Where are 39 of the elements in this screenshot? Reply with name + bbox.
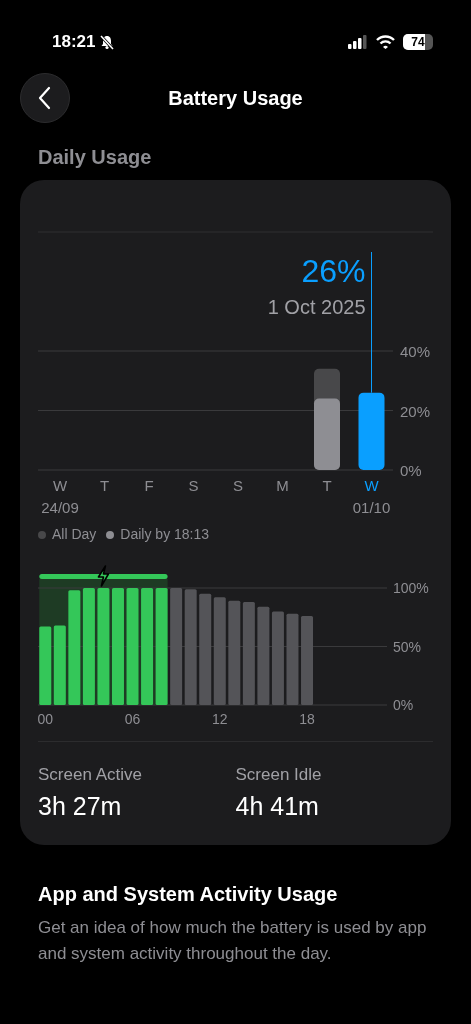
page-title: Battery Usage	[168, 86, 303, 111]
axis-label: F	[144, 477, 154, 494]
axis-label: T	[99, 477, 110, 494]
axis-label: 40%	[400, 343, 431, 360]
axis-label: 12	[212, 711, 228, 727]
axis-label: 20%	[400, 402, 431, 420]
stat-label: Screen Active	[38, 764, 143, 786]
axis-label: 06	[124, 711, 141, 727]
axis-label: 18	[299, 711, 315, 727]
stat-value: 4h 41m	[235, 790, 320, 822]
axis-label: S	[233, 477, 243, 494]
axis-label: 50%	[393, 638, 422, 655]
axis-label: 0%	[400, 462, 422, 479]
axis-label: 00	[38, 711, 54, 727]
signal-icon	[348, 35, 368, 49]
bar	[314, 398, 340, 470]
axis-label: 01/10	[352, 499, 391, 516]
stat-value: 3h 27m	[38, 790, 123, 822]
axis-label: 24/09	[41, 499, 79, 516]
callout-date: 1 Oct 2025	[267, 296, 366, 318]
wifi-icon	[376, 35, 395, 49]
legend-label: All Day	[52, 525, 97, 544]
axis-label: S	[188, 477, 199, 494]
stat-label: Screen Idle	[235, 764, 323, 786]
axis-label: 100%	[393, 580, 429, 596]
section-heading: Daily Usage	[37, 145, 153, 170]
axis-label: 0%	[393, 697, 414, 713]
section-heading: App and System Activity Usage	[38, 882, 339, 907]
battery-percent: 74	[410, 34, 426, 50]
axis-label: W	[52, 477, 68, 494]
back-chevron-icon	[38, 86, 52, 110]
axis-label: W	[364, 477, 379, 494]
callout-value: 26%	[301, 253, 366, 289]
section-description: Get an idea of how much the battery is used by app and system activity throughout the day.	[38, 917, 428, 965]
status-time: 18:21	[52, 31, 96, 54]
axis-label: M	[276, 477, 289, 494]
axis-label: T	[322, 477, 332, 494]
back-button[interactable]	[20, 73, 70, 123]
legend-label: Daily by 18:13	[120, 525, 210, 544]
